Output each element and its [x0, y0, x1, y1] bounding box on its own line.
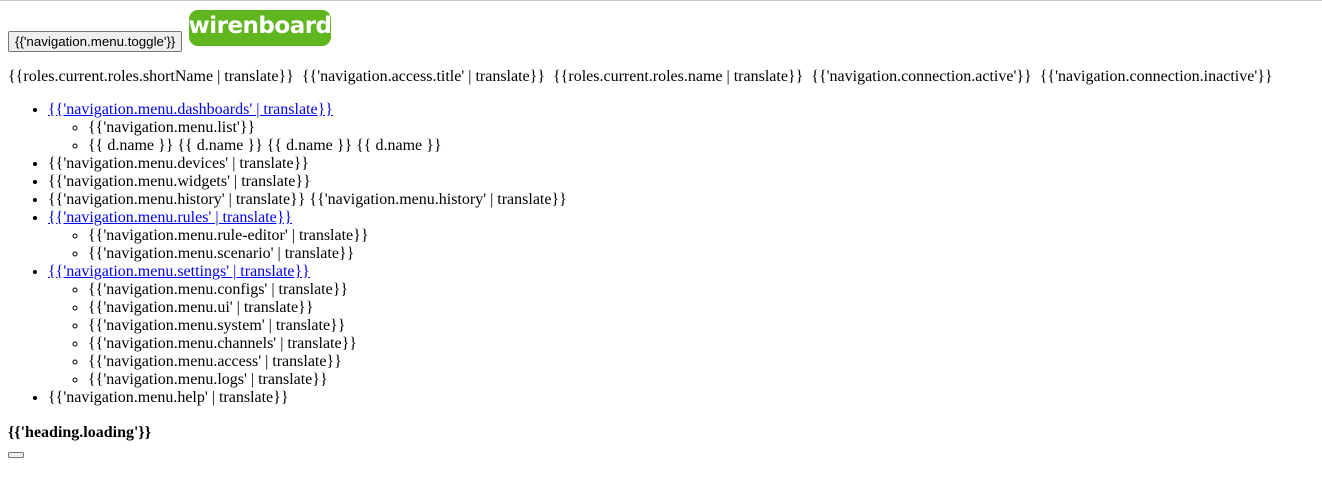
menu-item-history[interactable]: {{'navigation.menu.history' | translate}… [48, 191, 567, 209]
rules-link[interactable]: {{'navigation.menu.rules' | translate}} [48, 209, 292, 226]
status-bar: {{roles.current.roles.shortName | transl… [8, 68, 1273, 86]
menu-item-dashboards: {{'navigation.menu.dashboards' | transla… [48, 101, 567, 155]
submenu-item-rule-editor[interactable]: {{'navigation.menu.rule-editor' | transl… [88, 227, 567, 245]
dashboard-name[interactable]: {{ d.name }} [177, 137, 262, 154]
submenu-item-ui[interactable]: {{'navigation.menu.ui' | translate}} [88, 299, 567, 317]
submenu-item-channels[interactable]: {{'navigation.menu.channels' | translate… [88, 335, 567, 353]
settings-submenu: {{'navigation.menu.configs' | translate}… [48, 281, 567, 389]
logo-text: wirenboard [188, 12, 332, 39]
wirenboard-logo[interactable]: wirenboard [188, 10, 332, 46]
submenu-item-dashboard-names[interactable]: {{ d.name }}{{ d.name }}{{ d.name }}{{ d… [88, 137, 567, 155]
dashboard-name[interactable]: {{ d.name }} [356, 137, 441, 154]
navigation-menu: {{'navigation.menu.dashboards' | transla… [8, 101, 567, 407]
submenu-item-list[interactable]: {{'navigation.menu.list'}} [88, 119, 567, 137]
settings-link[interactable]: {{'navigation.menu.settings' | translate… [48, 263, 310, 280]
dashboards-link[interactable]: {{'navigation.menu.dashboards' | transla… [48, 101, 333, 118]
rules-submenu: {{'navigation.menu.rule-editor' | transl… [48, 227, 567, 263]
access-title: {{'navigation.access.title' | translate}… [301, 68, 545, 85]
dashboard-name[interactable]: {{ d.name }} [267, 137, 352, 154]
menu-toggle-button[interactable]: {{'navigation.menu.toggle'}} [8, 31, 183, 52]
history-label[interactable]: {{'navigation.menu.history' | translate}… [48, 191, 305, 208]
menu-item-rules: {{'navigation.menu.rules' | translate}} … [48, 209, 567, 263]
connection-inactive-status: {{'navigation.connection.inactive'}} [1039, 68, 1273, 85]
submenu-item-access[interactable]: {{'navigation.menu.access' | translate}} [88, 353, 567, 371]
history-label[interactable]: {{'navigation.menu.history' | translate}… [309, 191, 566, 208]
connection-active-status: {{'navigation.connection.active'}} [811, 68, 1032, 85]
menu-item-help[interactable]: {{'navigation.menu.help' | translate}} [48, 389, 567, 407]
menu-item-widgets[interactable]: {{'navigation.menu.widgets' | translate}… [48, 173, 567, 191]
dashboard-name[interactable]: {{ d.name }} [88, 137, 173, 154]
page-heading-loading: {{'heading.loading'}} [8, 424, 152, 441]
dashboards-submenu: {{'navigation.menu.list'}} {{ d.name }}{… [48, 119, 567, 155]
role-name: {{roles.current.roles.name | translate}} [553, 68, 804, 85]
menu-item-settings: {{'navigation.menu.settings' | translate… [48, 263, 567, 389]
submenu-item-logs[interactable]: {{'navigation.menu.logs' | translate}} [88, 371, 567, 389]
empty-button[interactable] [8, 452, 24, 458]
top-divider [0, 0, 1322, 1]
submenu-item-system[interactable]: {{'navigation.menu.system' | translate}} [88, 317, 567, 335]
submenu-item-configs[interactable]: {{'navigation.menu.configs' | translate}… [88, 281, 567, 299]
role-short-name: {{roles.current.roles.shortName | transl… [8, 68, 294, 85]
submenu-item-scenario[interactable]: {{'navigation.menu.scenario' | translate… [88, 245, 567, 263]
menu-item-devices[interactable]: {{'navigation.menu.devices' | translate}… [48, 155, 567, 173]
